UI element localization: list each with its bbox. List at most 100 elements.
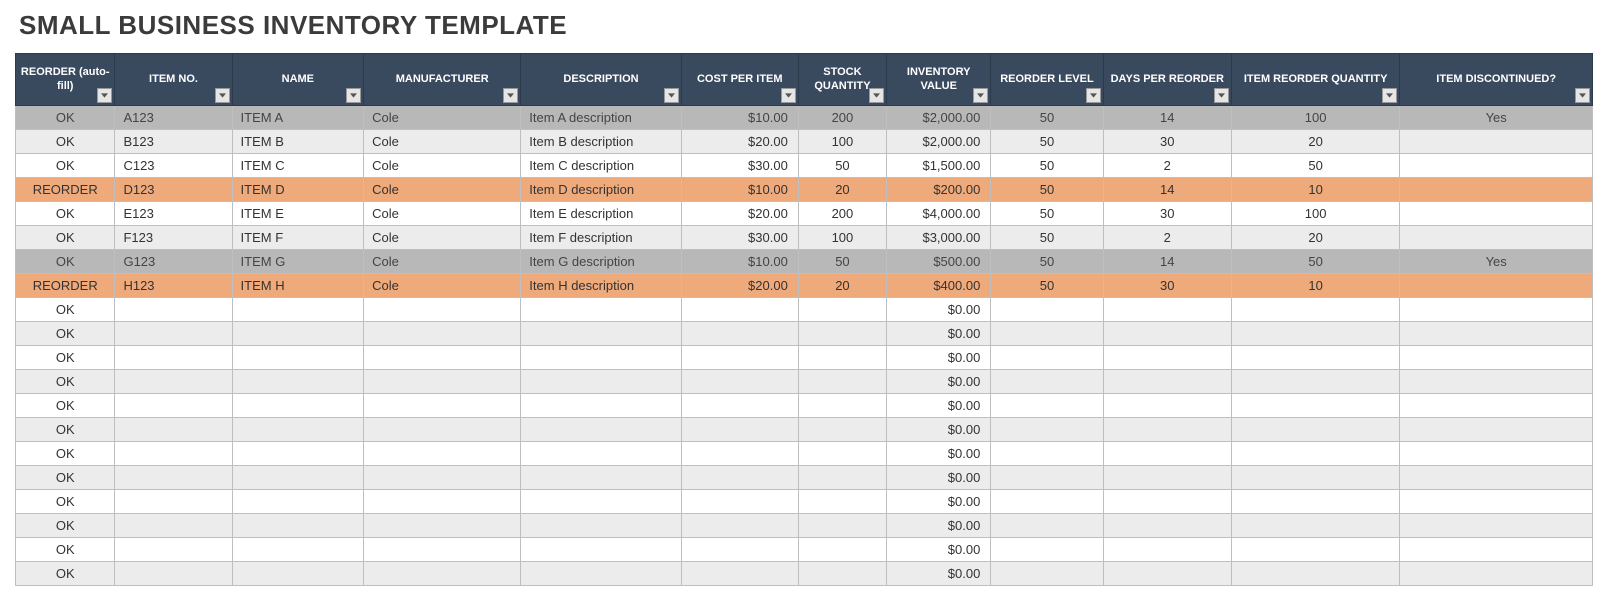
cell-cost[interactable]: $10.00 (681, 250, 798, 274)
cell-reorder[interactable]: OK (16, 562, 115, 586)
cell-irq[interactable]: 10 (1231, 178, 1399, 202)
cell-irq[interactable]: 100 (1231, 202, 1399, 226)
cell-cost[interactable]: $20.00 (681, 130, 798, 154)
filter-dropdown-icon[interactable] (346, 88, 361, 103)
cell-stock[interactable] (798, 322, 886, 346)
cell-inv_value[interactable]: $1,500.00 (887, 154, 991, 178)
cell-mfg[interactable] (364, 562, 521, 586)
cell-name[interactable] (232, 514, 364, 538)
cell-item_no[interactable]: E123 (115, 202, 232, 226)
cell-disc[interactable] (1400, 274, 1593, 298)
cell-reorder[interactable]: OK (16, 490, 115, 514)
cell-item_no[interactable] (115, 538, 232, 562)
cell-rl[interactable] (991, 466, 1103, 490)
cell-dpr[interactable] (1103, 346, 1231, 370)
cell-dpr[interactable]: 30 (1103, 130, 1231, 154)
cell-cost[interactable] (681, 442, 798, 466)
cell-stock[interactable] (798, 298, 886, 322)
cell-stock[interactable] (798, 466, 886, 490)
cell-cost[interactable] (681, 562, 798, 586)
cell-dpr[interactable] (1103, 514, 1231, 538)
cell-mfg[interactable]: Cole (364, 250, 521, 274)
cell-stock[interactable] (798, 394, 886, 418)
cell-irq[interactable] (1231, 490, 1399, 514)
cell-irq[interactable] (1231, 514, 1399, 538)
cell-cost[interactable] (681, 298, 798, 322)
cell-name[interactable]: ITEM H (232, 274, 364, 298)
cell-mfg[interactable]: Cole (364, 226, 521, 250)
cell-stock[interactable]: 50 (798, 154, 886, 178)
cell-irq[interactable] (1231, 442, 1399, 466)
filter-dropdown-icon[interactable] (1214, 88, 1229, 103)
cell-rl[interactable] (991, 562, 1103, 586)
cell-rl[interactable] (991, 298, 1103, 322)
cell-rl[interactable] (991, 490, 1103, 514)
cell-mfg[interactable] (364, 490, 521, 514)
cell-reorder[interactable]: OK (16, 250, 115, 274)
cell-disc[interactable] (1400, 154, 1593, 178)
cell-irq[interactable]: 50 (1231, 154, 1399, 178)
cell-rl[interactable] (991, 442, 1103, 466)
cell-desc[interactable] (521, 322, 681, 346)
cell-item_no[interactable]: G123 (115, 250, 232, 274)
cell-cost[interactable] (681, 490, 798, 514)
cell-disc[interactable] (1400, 442, 1593, 466)
cell-rl[interactable] (991, 370, 1103, 394)
cell-disc[interactable] (1400, 298, 1593, 322)
cell-stock[interactable]: 20 (798, 178, 886, 202)
filter-dropdown-icon[interactable] (1086, 88, 1101, 103)
cell-item_no[interactable] (115, 418, 232, 442)
cell-stock[interactable] (798, 490, 886, 514)
cell-inv_value[interactable]: $400.00 (887, 274, 991, 298)
cell-item_no[interactable] (115, 562, 232, 586)
cell-reorder[interactable]: OK (16, 106, 115, 130)
filter-dropdown-icon[interactable] (781, 88, 796, 103)
cell-inv_value[interactable]: $0.00 (887, 562, 991, 586)
cell-irq[interactable] (1231, 538, 1399, 562)
cell-stock[interactable]: 100 (798, 226, 886, 250)
cell-desc[interactable]: Item D description (521, 178, 681, 202)
cell-mfg[interactable] (364, 466, 521, 490)
cell-desc[interactable]: Item C description (521, 154, 681, 178)
cell-reorder[interactable]: OK (16, 514, 115, 538)
cell-inv_value[interactable]: $3,000.00 (887, 226, 991, 250)
cell-stock[interactable] (798, 370, 886, 394)
cell-inv_value[interactable]: $0.00 (887, 322, 991, 346)
cell-dpr[interactable] (1103, 322, 1231, 346)
cell-rl[interactable]: 50 (991, 250, 1103, 274)
cell-disc[interactable] (1400, 346, 1593, 370)
cell-rl[interactable] (991, 418, 1103, 442)
cell-mfg[interactable]: Cole (364, 274, 521, 298)
cell-rl[interactable] (991, 322, 1103, 346)
cell-name[interactable] (232, 346, 364, 370)
cell-stock[interactable]: 100 (798, 130, 886, 154)
cell-item_no[interactable]: H123 (115, 274, 232, 298)
filter-dropdown-icon[interactable] (1575, 88, 1590, 103)
cell-cost[interactable] (681, 466, 798, 490)
cell-dpr[interactable]: 2 (1103, 226, 1231, 250)
cell-dpr[interactable] (1103, 562, 1231, 586)
cell-cost[interactable] (681, 538, 798, 562)
cell-irq[interactable]: 20 (1231, 226, 1399, 250)
cell-desc[interactable]: Item G description (521, 250, 681, 274)
cell-inv_value[interactable]: $500.00 (887, 250, 991, 274)
cell-disc[interactable] (1400, 418, 1593, 442)
cell-item_no[interactable] (115, 298, 232, 322)
cell-item_no[interactable] (115, 442, 232, 466)
cell-cost[interactable]: $20.00 (681, 202, 798, 226)
cell-inv_value[interactable]: $0.00 (887, 298, 991, 322)
cell-name[interactable] (232, 298, 364, 322)
filter-dropdown-icon[interactable] (503, 88, 518, 103)
cell-rl[interactable]: 50 (991, 130, 1103, 154)
cell-irq[interactable]: 100 (1231, 106, 1399, 130)
cell-name[interactable] (232, 442, 364, 466)
cell-stock[interactable] (798, 562, 886, 586)
cell-dpr[interactable] (1103, 442, 1231, 466)
cell-desc[interactable] (521, 298, 681, 322)
cell-name[interactable] (232, 418, 364, 442)
cell-cost[interactable]: $20.00 (681, 274, 798, 298)
cell-mfg[interactable]: Cole (364, 178, 521, 202)
cell-name[interactable]: ITEM G (232, 250, 364, 274)
cell-mfg[interactable]: Cole (364, 130, 521, 154)
cell-item_no[interactable]: F123 (115, 226, 232, 250)
